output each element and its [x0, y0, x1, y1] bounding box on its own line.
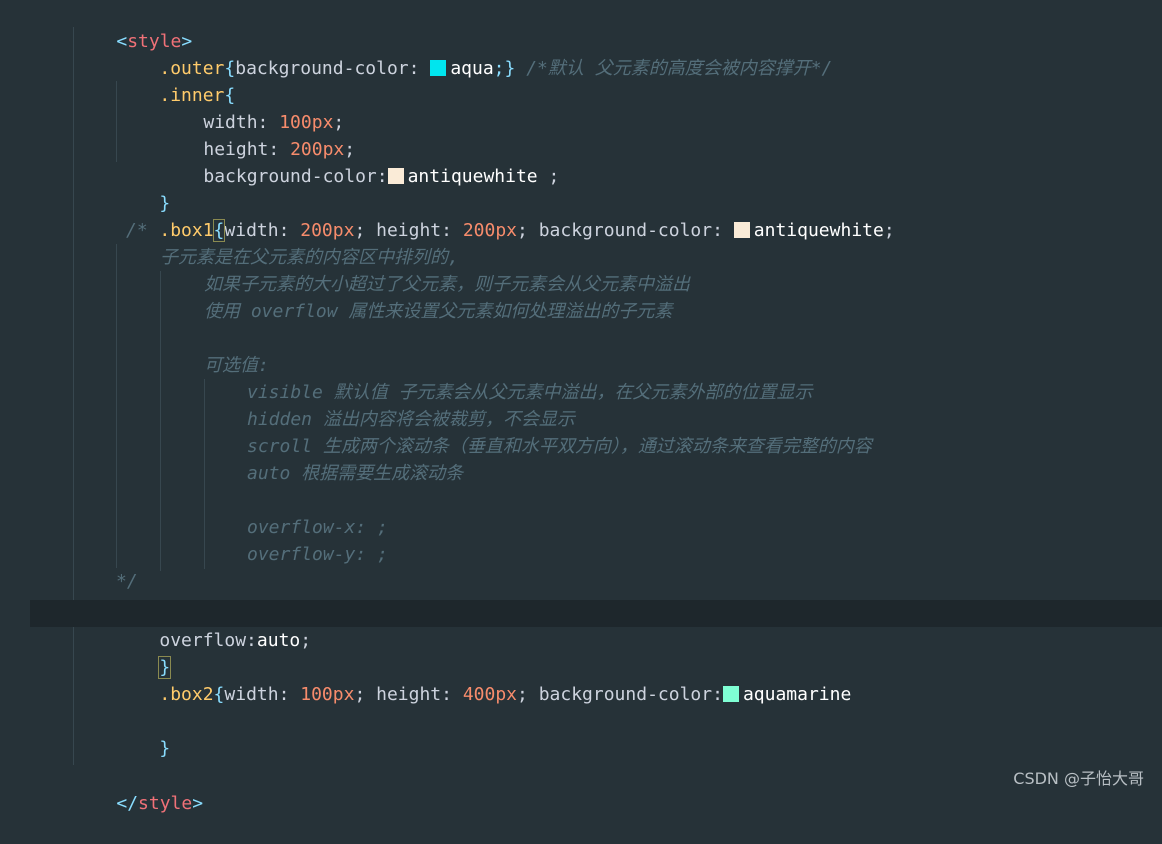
separator: ;: [354, 684, 377, 705]
property: background-color:: [538, 684, 723, 705]
code-line-3: .inner{: [30, 55, 1162, 106]
code-line-2: .outer{background-color: aqua;} /*默认 父元素…: [30, 28, 1162, 79]
code-line-1: <style>: [30, 1, 1162, 52]
code-line-10: 子元素是在父元素的内容区中排列的,: [160, 247, 459, 268]
code-line-22: */: [116, 571, 138, 592]
number: 100px: [300, 684, 355, 705]
property: width:: [224, 684, 301, 705]
code-line-11: 如果子元素的大小超过了父元素，则子元素会从父元素中溢出: [204, 274, 690, 295]
selector: .box2: [159, 684, 214, 705]
tag-name: style: [138, 793, 193, 814]
tag-bracket: >: [192, 793, 204, 814]
code-line-14: 可选值:: [204, 355, 269, 376]
code-line-15: visible 默认值 子元素会从父元素中溢出，在父元素外部的位置显示: [247, 382, 813, 403]
code-line-18: auto 根据需要生成滚动条: [247, 463, 464, 484]
brace: {: [213, 684, 225, 705]
code-editor[interactable]: <style> .outer{background-color: aqua;} …: [30, 0, 1162, 814]
code-line-21: overflow-y: ;: [247, 544, 388, 565]
code-line-24: }: [30, 627, 1162, 679]
code-line-25: .box2{width: 100px; height: 400px; backg…: [30, 654, 1162, 705]
code-line-29: </style>: [30, 763, 1162, 814]
code-line-7: }: [30, 163, 1162, 214]
separator: ;: [517, 684, 539, 705]
brace: }: [159, 738, 171, 759]
editor-gutter: [0, 0, 30, 797]
code-line-8: .box1{width: 200px; height: 200px; backg…: [30, 190, 1162, 242]
color-swatch-icon[interactable]: [722, 686, 739, 702]
code-line-27: }: [30, 708, 1162, 759]
watermark: CSDN @子怡大哥: [1013, 769, 1144, 788]
code-line-23-active[interactable]: overflow:auto;: [30, 600, 1162, 651]
code-line-9: /*: [126, 220, 148, 241]
code-line-20: overflow-x: ;: [247, 517, 388, 538]
number: 400px: [462, 684, 518, 705]
code-line-17: scroll 生成两个滚动条（垂直和水平双方向），通过滚动条来查看完整的内容: [247, 436, 872, 457]
code-line-12: 使用 overflow 属性来设置父元素如何处理溢出的子元素: [204, 301, 673, 322]
value: aquamarine: [742, 684, 852, 705]
tag-bracket: </: [116, 793, 139, 814]
property: height:: [376, 684, 463, 705]
code-line-16: hidden 溢出内容将会被裁剪，不会显示: [247, 409, 575, 430]
code-line-5: height: 200px;: [30, 109, 1162, 160]
code-line-6: background-color: antiquewhite ;: [30, 136, 1162, 187]
code-line-4: width: 100px;: [30, 82, 1162, 133]
